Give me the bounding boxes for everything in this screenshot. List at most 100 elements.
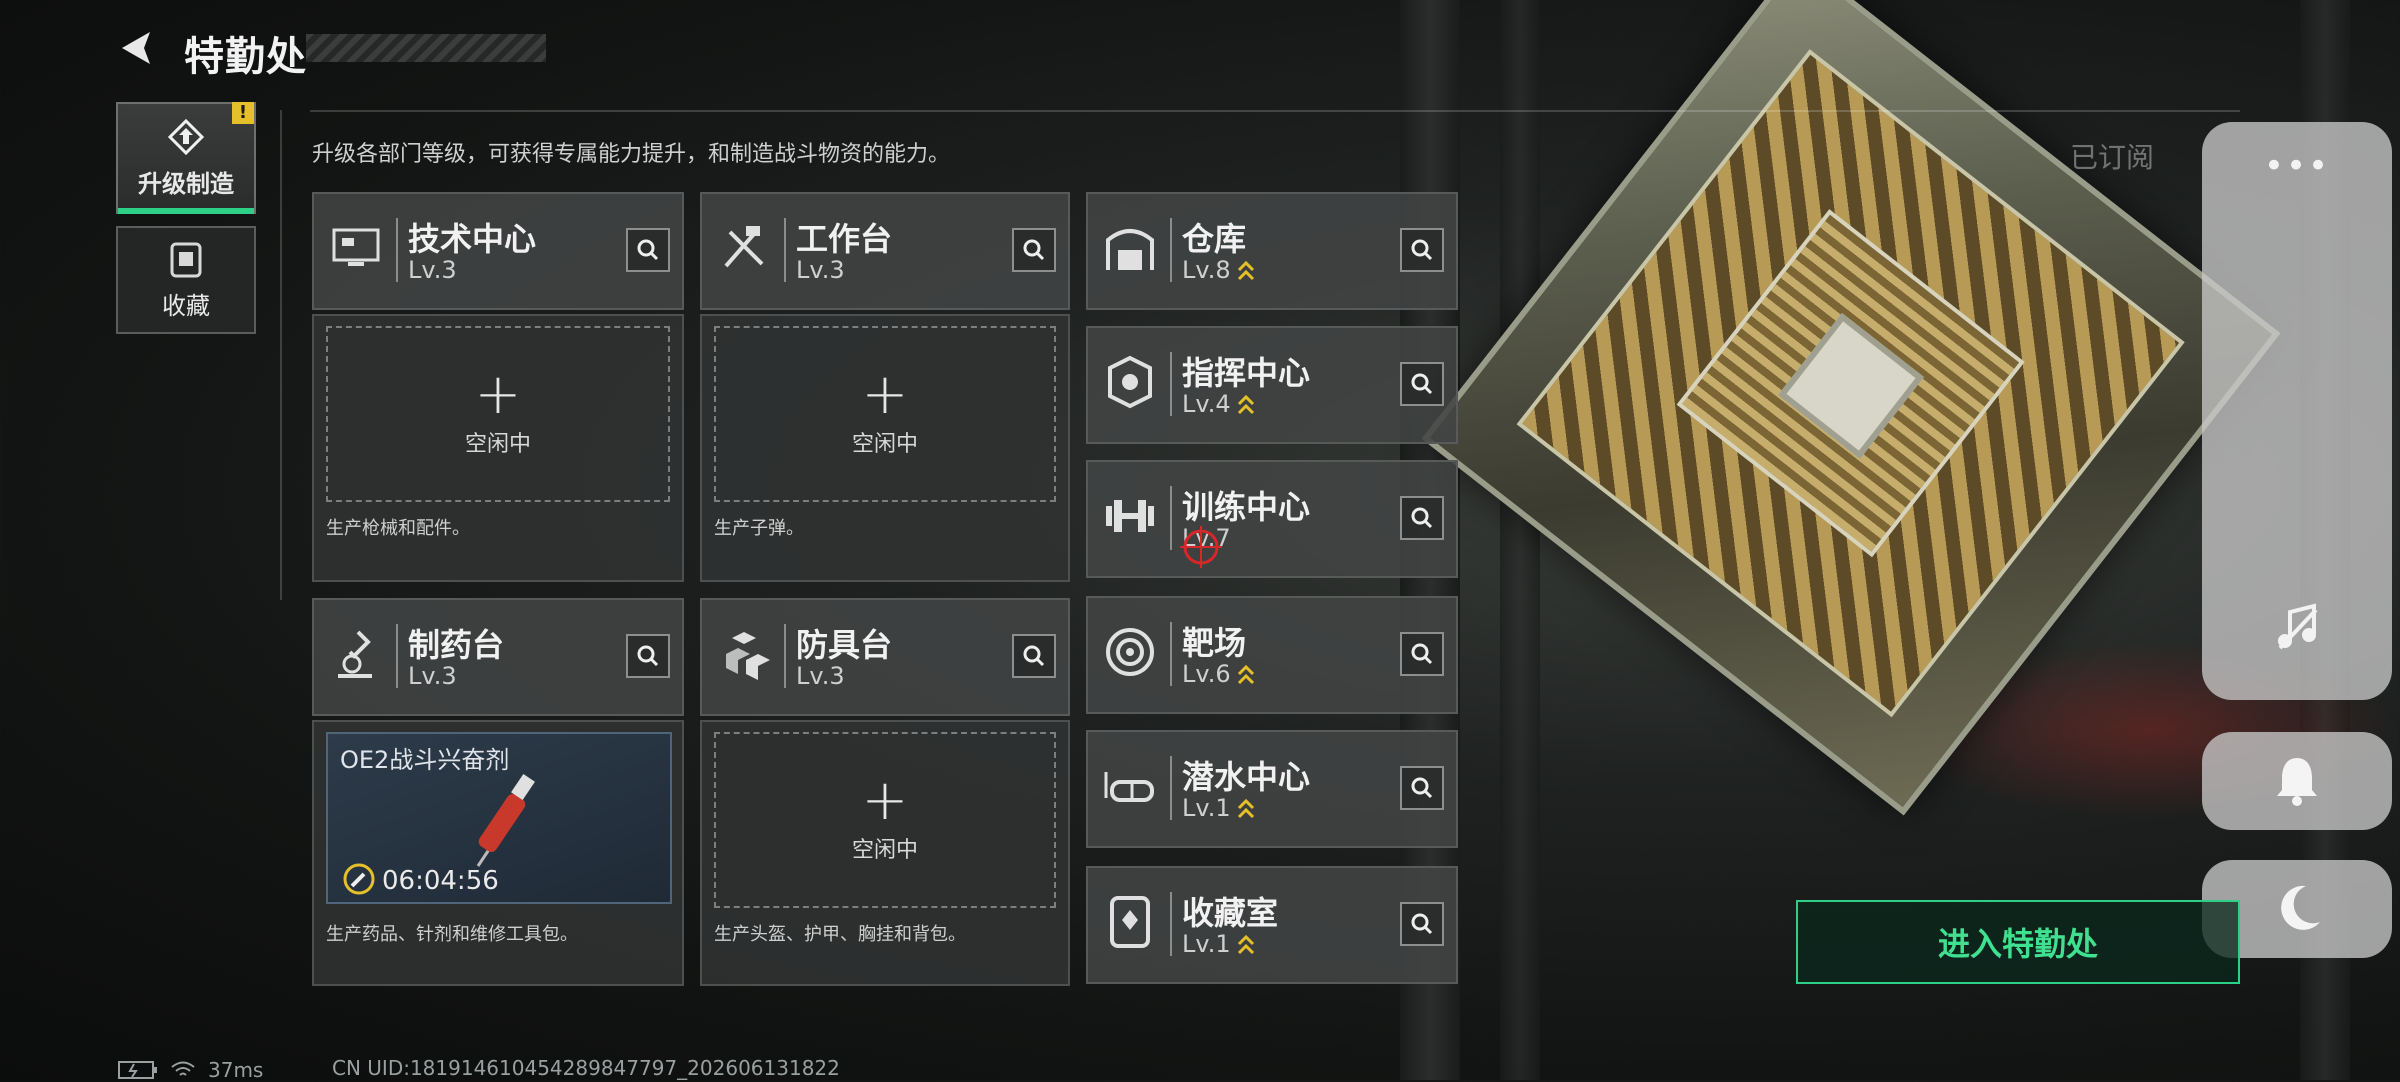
slot-description: 生产药品、针剂和维修工具包。 [326,924,578,945]
empty-slot[interactable]: + 空闲中 [326,326,670,502]
search-icon[interactable] [626,634,670,678]
tab-collection[interactable]: 收藏 [116,226,256,334]
tech-center-icon [332,228,380,266]
plus-icon: + [474,362,522,427]
upgrade-arrow-icon [1237,934,1254,955]
search-icon[interactable] [1400,766,1444,810]
facility-name: 收藏室 [1182,894,1279,932]
more-icon[interactable]: ••• [2202,146,2392,186]
collection-icon [170,242,202,277]
active-indicator [118,208,254,214]
shooting-range-icon [1106,628,1154,676]
command-center-icon [1108,355,1152,409]
card-tech-center[interactable]: 技术中心 Lv.3 [312,192,684,310]
search-icon[interactable] [1012,634,1056,678]
facility-level: Lv.1 [1182,794,1231,822]
status-bar: 37ms [118,1058,263,1082]
slot-description: 生产子弹。 [714,518,804,539]
card-training-center[interactable]: 训练中心 Lv.7 [1086,460,1458,578]
pharmacy-icon [338,630,372,678]
station-level: Lv.3 [796,662,845,690]
search-icon[interactable] [1400,362,1444,406]
plus-icon: + [861,768,909,833]
slot-status: 空闲中 [851,838,918,863]
facility-level: Lv.4 [1182,390,1231,418]
upgrade-arrow-icon [1237,798,1254,819]
search-icon[interactable] [626,228,670,272]
search-icon[interactable] [1400,902,1444,946]
slot-tech-center[interactable]: + 空闲中 生产枪械和配件。 [312,314,684,582]
slot-armor-bench[interactable]: + 空闲中 生产头盔、护甲、胸挂和背包。 [700,720,1070,986]
crosshair-marker-icon [1180,526,1222,568]
facility-level: Lv.1 [1182,930,1231,958]
card-pharmacy[interactable]: 制药台 Lv.3 [312,598,684,716]
slot-description: 生产枪械和配件。 [326,518,470,539]
armor-bench-icon [726,632,770,680]
crafting-timer: 06:04:56 [382,866,499,896]
moon-icon [2281,885,2320,930]
notification-button[interactable] [2202,732,2392,830]
uid-text: CN UID:181914610454289847797_20260613182… [332,1056,840,1080]
facility-name: 靶场 [1182,624,1247,662]
station-name: 制药台 [408,626,505,664]
station-level: Lv.3 [408,256,457,284]
card-command-center[interactable]: 指挥中心 Lv.4 [1086,326,1458,444]
card-collection-room[interactable]: 收藏室 Lv.1 [1086,866,1458,984]
upgrade-craft-icon [167,118,205,155]
card-shooting-range[interactable]: 靶场 Lv.6 [1086,596,1458,714]
tab-label: 升级制造 [138,169,234,198]
page-subtitle: 升级各部门等级，可获得专属能力提升，和制造战斗物资的能力。 [312,142,951,167]
station-name: 工作台 [796,220,893,258]
collection-room-icon [1110,896,1150,948]
search-icon[interactable] [1012,228,1056,272]
floating-panel[interactable]: ••• [2202,122,2392,700]
station-level: Lv.3 [408,662,457,690]
search-icon[interactable] [1400,632,1444,676]
search-icon[interactable] [1400,228,1444,272]
slot-workbench[interactable]: + 空闲中 生产子弹。 [700,314,1070,582]
title-decoration [306,34,546,62]
empty-slot[interactable]: + 空闲中 [714,326,1056,502]
workbench-icon [724,226,764,268]
slot-pharmacy[interactable]: OE2战斗兴奋剂 06:04:56 生产药品、针剂和维修工具包。 [312,720,684,986]
bell-icon [2277,758,2317,806]
empty-slot[interactable]: + 空闲中 [714,732,1056,908]
crafting-item[interactable]: OE2战斗兴奋剂 06:04:56 [326,732,672,904]
wrench-timer-icon [343,863,375,895]
search-icon[interactable] [1400,496,1444,540]
slot-description: 生产头盔、护甲、胸挂和背包。 [714,924,966,945]
card-armor-bench[interactable]: 防具台 Lv.3 [700,598,1070,716]
tab-label: 收藏 [162,291,210,320]
battery-icon [118,1061,157,1079]
upgrade-arrow-icon [1237,260,1254,281]
slot-status: 空闲中 [851,432,918,457]
diving-center-icon [1104,772,1154,802]
warning-badge: ! [232,102,254,124]
facility-name: 仓库 [1182,220,1247,258]
station-level: Lv.3 [796,256,845,284]
facility-name: 指挥中心 [1182,354,1311,392]
warehouse-icon [1106,229,1154,270]
plus-icon: + [861,362,909,427]
card-workbench[interactable]: 工作台 Lv.3 [700,192,1070,310]
divider-vertical [280,110,282,600]
back-icon[interactable] [116,28,156,68]
facility-name: 潜水中心 [1182,758,1311,796]
slot-status: 空闲中 [464,432,531,457]
station-name: 防具台 [796,626,893,664]
enter-special-ops-button[interactable]: 进入特勤处 [1796,900,2240,984]
wifi-icon [171,1061,195,1076]
card-warehouse[interactable]: 仓库 Lv.8 [1086,192,1458,310]
upgrade-arrow-icon [1237,394,1254,415]
music-off-icon[interactable] [2276,602,2320,652]
stimulant-syringe-icon [476,773,535,867]
card-diving-center[interactable]: 潜水中心 Lv.1 [1086,730,1458,848]
page-title: 特勤处 [184,34,307,80]
enter-button-label: 进入特勤处 [1937,925,2098,963]
facility-level: Lv.8 [1182,256,1231,284]
divider [310,110,2240,112]
subscribed-label: 已订阅 [2070,141,2155,174]
tab-upgrade-craft[interactable]: ! 升级制造 [116,102,256,214]
ping-text: 37ms [208,1058,264,1082]
facility-name: 训练中心 [1182,488,1311,526]
